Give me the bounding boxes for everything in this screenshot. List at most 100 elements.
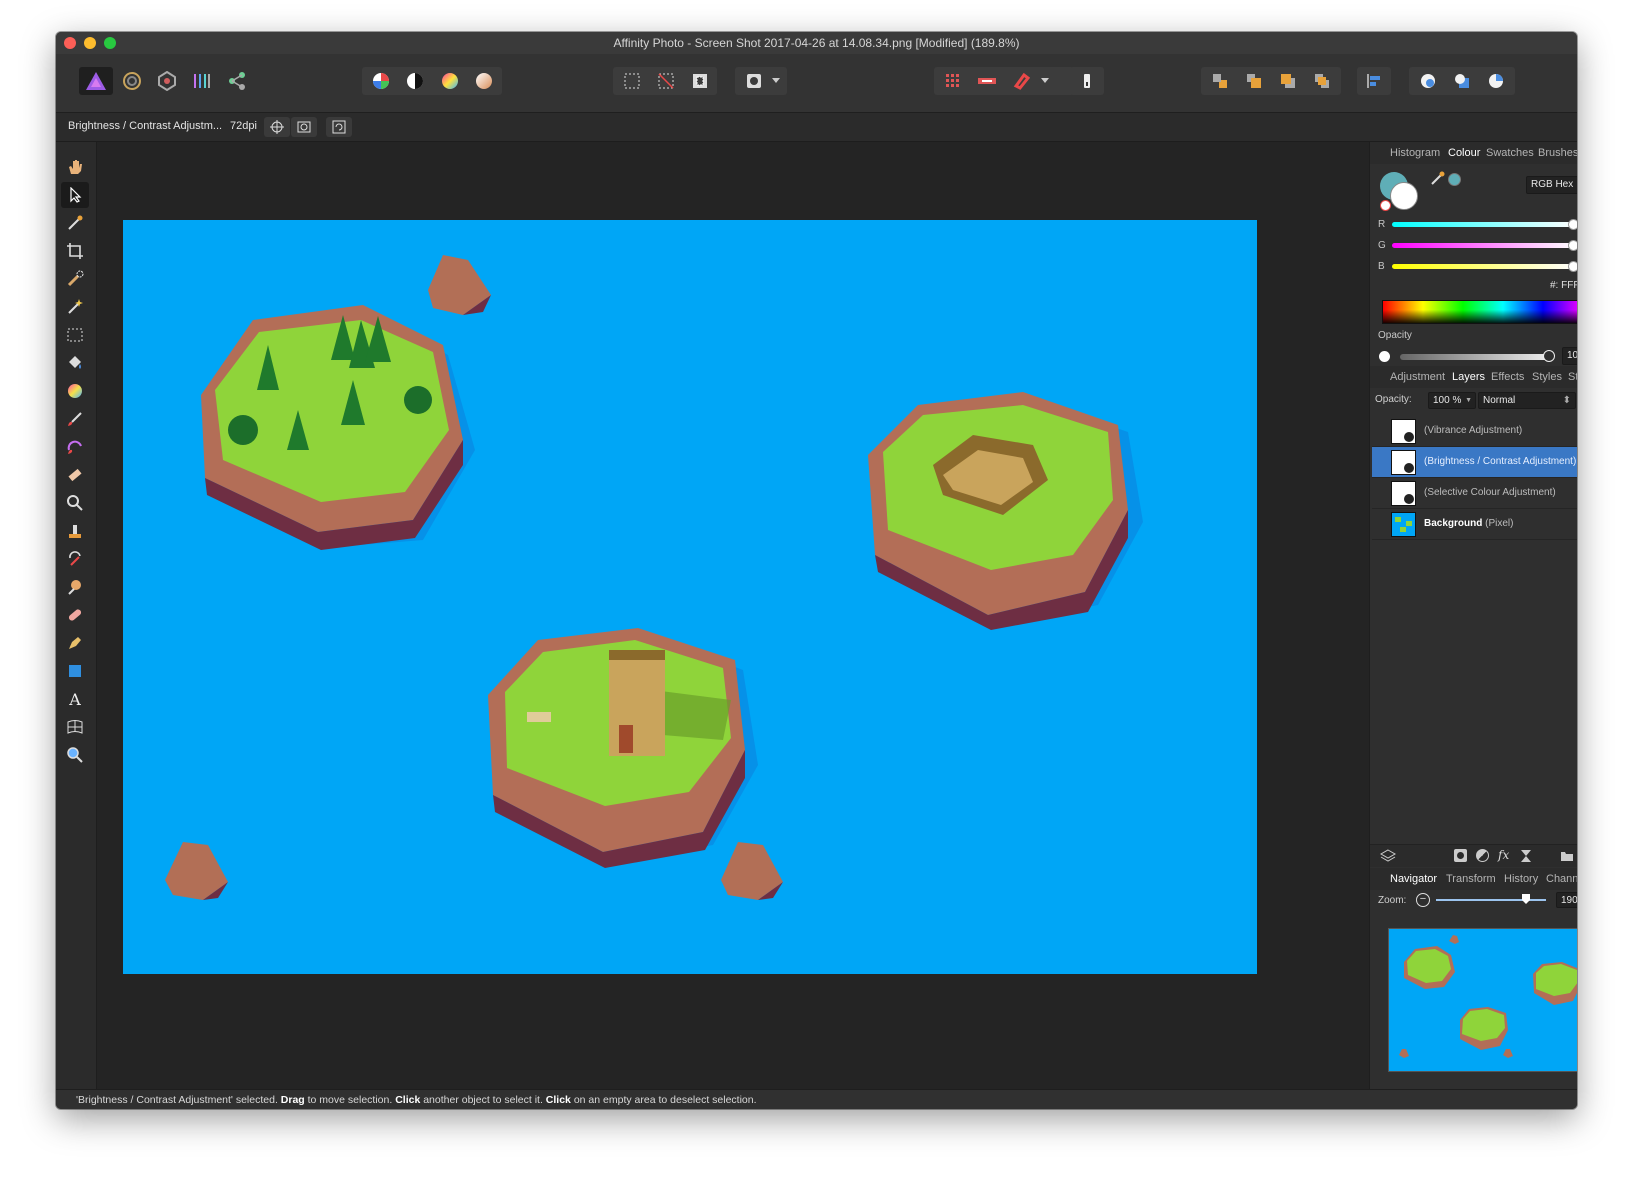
deselect-icon[interactable] — [649, 67, 683, 95]
move-tool-icon[interactable] — [61, 182, 89, 208]
arrange-front-icon[interactable] — [1305, 67, 1339, 95]
opacity-slider-knob[interactable] — [1543, 350, 1555, 362]
selection-brush-tool-icon[interactable] — [61, 266, 89, 292]
auto-white-balance-icon[interactable] — [467, 67, 501, 95]
quick-mask-dropdown-icon[interactable] — [768, 67, 784, 95]
colour-wells[interactable] — [1380, 172, 1418, 211]
healing-brush-tool-icon[interactable] — [61, 602, 89, 628]
flood-fill-tool-icon[interactable] — [61, 350, 89, 376]
blur-brush-tool-icon[interactable] — [61, 574, 89, 600]
close-window-button[interactable] — [64, 37, 76, 49]
merge-icon[interactable] — [291, 117, 317, 137]
tab-channels[interactable]: Channels — [1546, 873, 1577, 885]
blend-mode-select[interactable]: Normal ⬍ — [1478, 392, 1576, 409]
select-all-icon[interactable] — [615, 67, 649, 95]
zoom-out-icon[interactable]: − — [1416, 893, 1430, 907]
arrange-backward-icon[interactable] — [1237, 67, 1271, 95]
arrange-back-icon[interactable] — [1203, 67, 1237, 95]
tone-mapping-persona-icon[interactable] — [185, 67, 219, 95]
opacity-slider-track[interactable] — [1400, 354, 1550, 360]
tab-effects[interactable]: Effects — [1491, 371, 1524, 383]
tab-histogram[interactable]: Histogram — [1390, 147, 1440, 159]
document-canvas[interactable] — [123, 220, 1257, 974]
tab-transform[interactable]: Transform — [1446, 873, 1496, 885]
minimize-window-button[interactable] — [84, 37, 96, 49]
tab-navigator[interactable]: Navigator — [1390, 873, 1437, 885]
quick-mask-icon[interactable] — [737, 67, 771, 95]
mask-layer-icon[interactable] — [1454, 849, 1467, 862]
clone-brush-tool-icon[interactable] — [61, 518, 89, 544]
undo-brush-tool-icon[interactable] — [61, 546, 89, 572]
zoom-slider-knob[interactable] — [1522, 894, 1530, 904]
red-slider[interactable]: R — [1378, 217, 1577, 233]
affinity-photo-persona-icon[interactable] — [79, 67, 113, 95]
paste-style-icon[interactable] — [1070, 67, 1104, 95]
adjustment-icon[interactable] — [1476, 849, 1489, 862]
tab-colour[interactable]: Colour — [1448, 147, 1480, 159]
rectangle-tool-icon[interactable] — [61, 658, 89, 684]
view-tool-icon[interactable] — [61, 154, 89, 180]
green-slider[interactable]: G — [1378, 238, 1577, 254]
align-icon[interactable] — [1357, 67, 1391, 95]
green-knob[interactable] — [1568, 240, 1577, 251]
blue-knob[interactable] — [1568, 261, 1577, 272]
transform-reset-icon[interactable] — [326, 117, 352, 137]
group-folder-icon[interactable] — [1560, 850, 1574, 862]
colour-picker-tool-icon[interactable] — [61, 210, 89, 236]
artistic-text-tool-icon[interactable]: A — [61, 686, 89, 712]
invert-selection-icon[interactable] — [683, 67, 717, 95]
snapping-dropdown-icon[interactable] — [1037, 67, 1053, 95]
export-persona-icon[interactable] — [220, 67, 254, 95]
layer-row-vibrance[interactable]: (Vibrance Adjustment) ✓ — [1372, 416, 1577, 447]
snapping-grid-icon[interactable] — [936, 67, 970, 95]
live-filter-icon[interactable] — [1520, 849, 1532, 863]
pen-tool-icon[interactable] — [61, 630, 89, 656]
mesh-warp-tool-icon[interactable] — [61, 714, 89, 740]
hex-value[interactable]: FFFFFF — [1561, 280, 1577, 291]
layers-stack-icon[interactable] — [1380, 848, 1396, 864]
tab-stock[interactable]: Stock — [1568, 371, 1577, 383]
auto-colours-icon[interactable] — [433, 67, 467, 95]
tab-brushes[interactable]: Brushes — [1538, 147, 1577, 159]
tab-adjustment[interactable]: Adjustment — [1390, 371, 1445, 383]
insert-inside-icon[interactable] — [1411, 67, 1445, 95]
tab-layers[interactable]: Layers — [1452, 371, 1485, 383]
insert-above-icon[interactable] — [1479, 67, 1513, 95]
tab-history[interactable]: History — [1504, 873, 1538, 885]
tab-styles[interactable]: Styles — [1532, 371, 1562, 383]
crop-tool-icon[interactable] — [61, 238, 89, 264]
colour-spectrum[interactable] — [1382, 300, 1577, 324]
navigator-preview[interactable] — [1388, 928, 1577, 1072]
opacity-value-field[interactable]: 100 % — [1562, 347, 1577, 365]
liquify-persona-icon[interactable] — [115, 67, 149, 95]
erase-brush-tool-icon[interactable] — [61, 462, 89, 488]
snapping-icon[interactable] — [1004, 67, 1038, 95]
canvas-area[interactable] — [97, 142, 1369, 1089]
blue-slider[interactable]: B — [1378, 259, 1577, 275]
gradient-tool-icon[interactable] — [61, 378, 89, 404]
marquee-tool-icon[interactable] — [61, 322, 89, 348]
develop-persona-icon[interactable] — [150, 67, 184, 95]
zoom-value-field[interactable]: 190 % — [1556, 892, 1577, 908]
layer-row-brightness-contrast[interactable]: (Brightness / Contrast Adjustment) ✓ — [1372, 447, 1577, 478]
assistant-icon[interactable] — [970, 67, 1004, 95]
zoom-tool-icon[interactable] — [61, 742, 89, 768]
tab-swatches[interactable]: Swatches — [1486, 147, 1534, 159]
insert-behind-icon[interactable] — [1445, 67, 1479, 95]
colour-replacement-tool-icon[interactable] — [61, 434, 89, 460]
flood-select-tool-icon[interactable] — [61, 294, 89, 320]
eyedropper-icon[interactable] — [1430, 170, 1446, 186]
layer-opacity-field[interactable]: 100 % ▼ — [1428, 392, 1476, 409]
layer-row-selective-colour[interactable]: (Selective Colour Adjustment) ✓ — [1372, 478, 1577, 509]
dodge-brush-tool-icon[interactable] — [61, 490, 89, 516]
move-crosshair-icon[interactable] — [264, 117, 290, 137]
fx-icon[interactable]: fx — [1498, 848, 1509, 862]
auto-contrast-icon[interactable] — [398, 67, 432, 95]
layer-row-background[interactable]: Background (Pixel) ✓ — [1372, 509, 1577, 540]
arrange-forward-icon[interactable] — [1271, 67, 1305, 95]
paint-brush-tool-icon[interactable] — [61, 406, 89, 432]
zoom-window-button[interactable] — [104, 37, 116, 49]
colour-mode-select[interactable]: RGB Hex ⬍ — [1526, 176, 1577, 194]
auto-levels-icon[interactable] — [364, 67, 398, 95]
red-knob[interactable] — [1568, 219, 1577, 230]
